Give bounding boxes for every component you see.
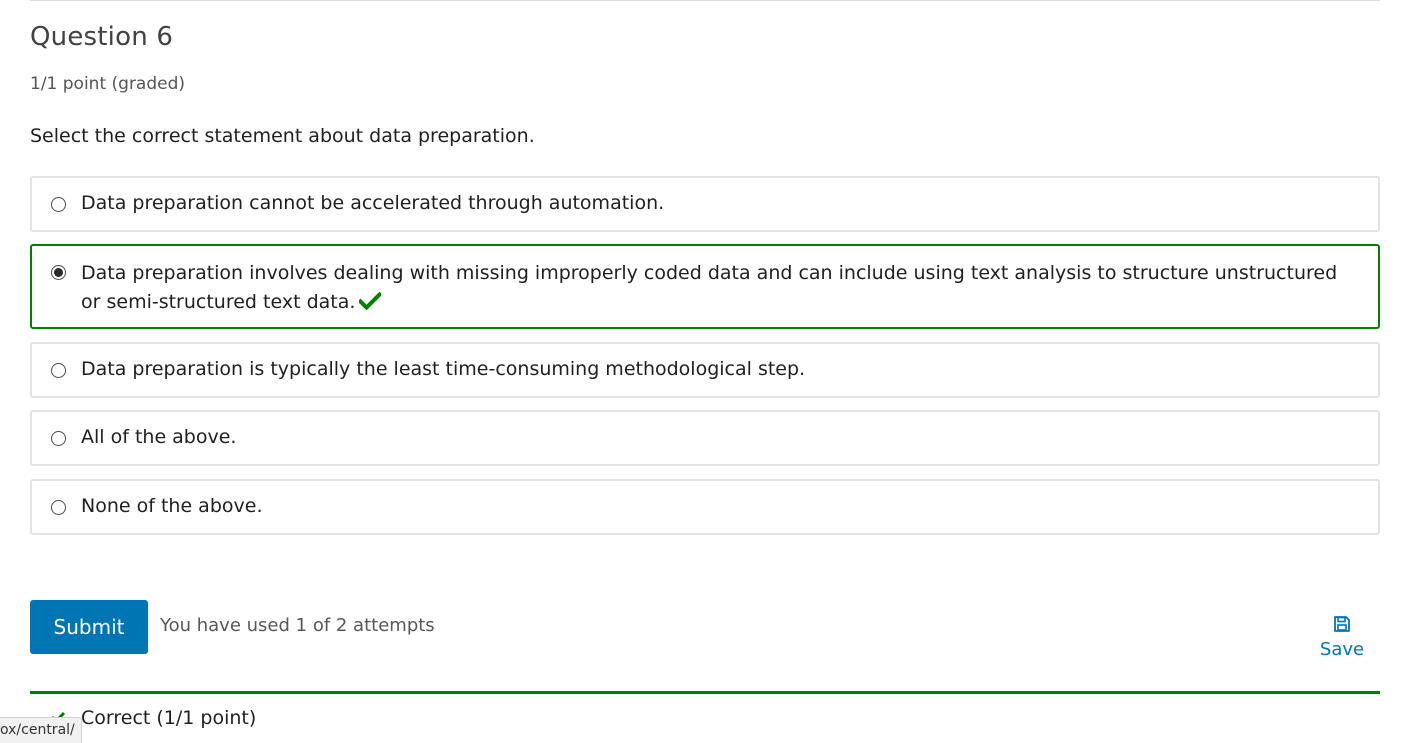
floppy-disk-icon — [1333, 616, 1351, 637]
answer-option-label: Data preparation cannot be accelerated t… — [81, 192, 665, 214]
answer-option-label: Data preparation involves dealing with m… — [81, 262, 1338, 313]
answer-option-label: All of the above. — [81, 426, 237, 448]
question-points: 1/1 point (graded) — [30, 74, 186, 94]
check-icon — [358, 290, 383, 319]
answer-option-label: None of the above. — [81, 495, 263, 517]
answer-option-3[interactable]: Data preparation is typically the least … — [30, 342, 1380, 398]
attempts-counter: You have used 1 of 2 attempts — [160, 615, 435, 636]
radio-button-5[interactable] — [51, 500, 66, 515]
status-bar-url: ox/central/ — [0, 717, 82, 743]
answer-option-4[interactable]: All of the above. — [30, 410, 1380, 466]
result-message: Correct (1/1 point) — [81, 707, 257, 729]
top-divider — [30, 0, 1380, 1]
save-label: Save — [1319, 639, 1365, 660]
radio-button-2[interactable] — [51, 265, 66, 280]
result-divider — [30, 691, 1380, 694]
question-title: Question 6 — [30, 22, 174, 52]
answer-option-label-wrapper: Data preparation involves dealing with m… — [81, 259, 1358, 319]
answer-option-1[interactable]: Data preparation cannot be accelerated t… — [30, 176, 1380, 232]
question-prompt: Select the correct statement about data … — [30, 125, 535, 147]
submit-button[interactable]: Submit — [30, 600, 148, 654]
save-button[interactable]: Save — [1306, 615, 1378, 660]
answer-option-5[interactable]: None of the above. — [30, 479, 1380, 535]
radio-button-4[interactable] — [51, 431, 66, 446]
answer-option-label: Data preparation is typically the least … — [81, 358, 806, 380]
radio-button-3[interactable] — [51, 363, 66, 378]
radio-button-1[interactable] — [51, 197, 66, 212]
answer-option-2[interactable]: Data preparation involves dealing with m… — [30, 244, 1380, 329]
